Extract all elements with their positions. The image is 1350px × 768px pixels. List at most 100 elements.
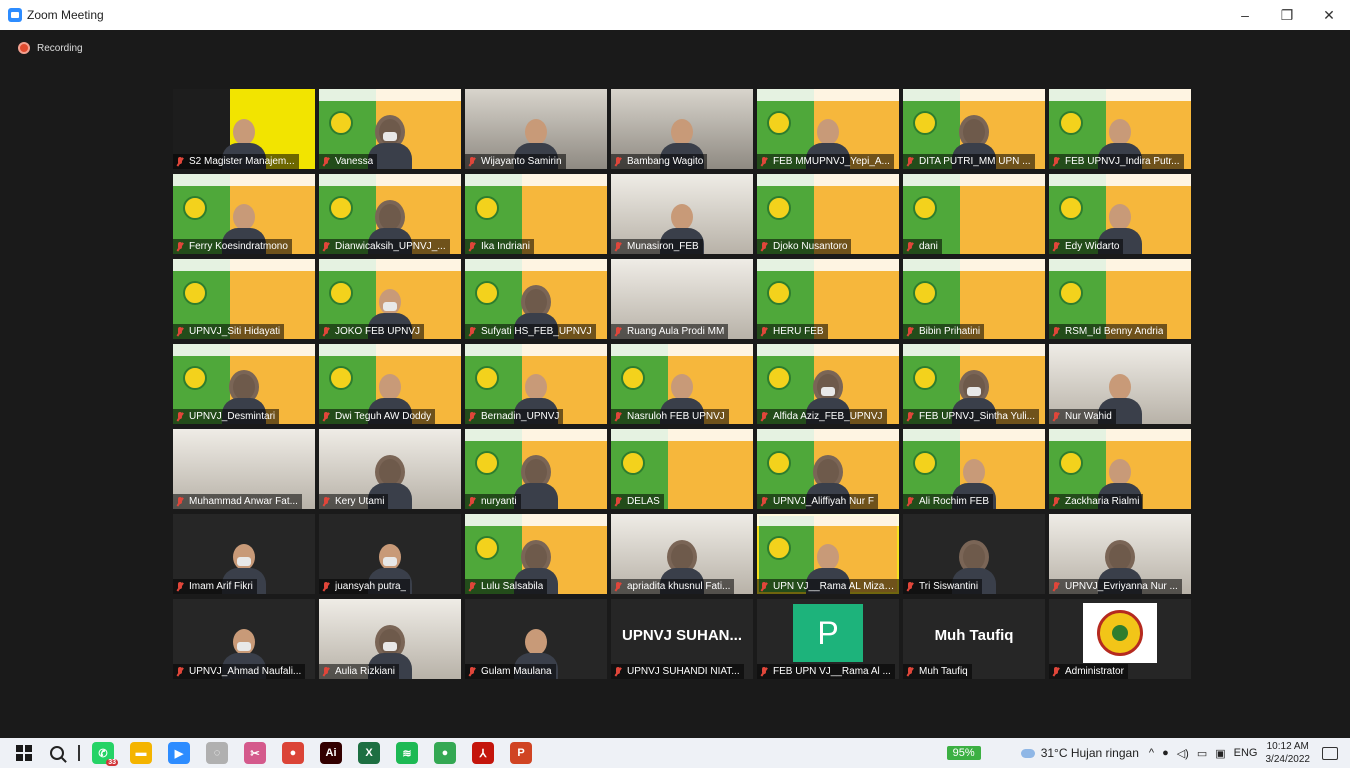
participant-tile[interactable]: Muhammad Anwar Fat...: [173, 429, 315, 509]
participant-name: JOKO FEB UPNVJ: [335, 326, 421, 337]
participant-tile[interactable]: Ali Rochim FEB: [903, 429, 1045, 509]
participant-tile[interactable]: UPNVJ_Siti Hidayati: [173, 259, 315, 339]
participant-tile[interactable]: FEB UPNVJ_Indira Putr...: [1049, 89, 1191, 169]
participant-tile[interactable]: FEB MMUPNVJ_Yepi_A...: [757, 89, 899, 169]
minimize-button[interactable]: –: [1224, 0, 1266, 30]
battery-tray-icon[interactable]: ▭: [1197, 747, 1207, 760]
network-icon[interactable]: ▣: [1215, 747, 1225, 760]
participant-tile[interactable]: UPN VJ__Rama AL Mizan 2: [757, 514, 899, 594]
microphone-tray-icon[interactable]: ●: [1162, 747, 1169, 759]
participant-tile[interactable]: Muh Taufiq Muh Taufiq: [903, 599, 1045, 679]
muted-microphone-icon: [176, 666, 184, 677]
participant-tile[interactable]: Ika Indriani: [465, 174, 607, 254]
participant-tile[interactable]: Zackharia Rialmi: [1049, 429, 1191, 509]
participant-tile[interactable]: P FEB UPN VJ__Rama Al ...: [757, 599, 899, 679]
participant-tile[interactable]: Dianwicaksih_UPNVJ_...: [319, 174, 461, 254]
participant-tile[interactable]: Imam Arif Fikri: [173, 514, 315, 594]
snipping-tool-icon[interactable]: ✂: [244, 742, 266, 764]
muted-microphone-icon: [760, 326, 768, 337]
battery-indicator[interactable]: 95%: [946, 746, 981, 760]
participant-tile[interactable]: HERU FEB: [757, 259, 899, 339]
participant-name: Sufyati HS_FEB_UPNVJ: [481, 326, 592, 337]
participant-tile[interactable]: Bibin Prihatini: [903, 259, 1045, 339]
participant-tile[interactable]: Djoko Nusantoro: [757, 174, 899, 254]
weather-widget[interactable]: 31°C Hujan ringan: [1020, 746, 1139, 760]
participant-tile[interactable]: Kery Utami: [319, 429, 461, 509]
powerpoint-icon[interactable]: P: [510, 742, 532, 764]
file-explorer-icon[interactable]: ▬: [130, 742, 152, 764]
recording-indicator[interactable]: Recording: [18, 42, 83, 54]
participant-tile[interactable]: dani: [903, 174, 1045, 254]
muted-microphone-icon: [1052, 411, 1060, 422]
participant-tile[interactable]: UPNVJ_Ahmad Naufali...: [173, 599, 315, 679]
muted-microphone-icon: [1052, 666, 1060, 677]
close-button[interactable]: ✕: [1308, 0, 1350, 30]
search-icon[interactable]: [50, 746, 64, 760]
participant-tile[interactable]: Edy Widarto: [1049, 174, 1191, 254]
participant-tile[interactable]: Tri Siswantini: [903, 514, 1045, 594]
chrome-profile-icon[interactable]: ●: [282, 742, 304, 764]
participant-tile[interactable]: Wijayanto Samirin: [465, 89, 607, 169]
acrobat-icon[interactable]: ⅄: [472, 742, 494, 764]
muted-microphone-icon: [614, 496, 622, 507]
participant-tile[interactable]: Ruang Aula Prodi MM: [611, 259, 753, 339]
ring-app-icon[interactable]: ◌: [206, 742, 228, 764]
muted-microphone-icon: [322, 241, 330, 252]
participant-tile[interactable]: Lulu Salsabila: [465, 514, 607, 594]
excel-icon[interactable]: X: [358, 742, 380, 764]
participant-name-bar: Imam Arif Fikri: [173, 579, 257, 594]
chevron-up-icon[interactable]: ^: [1149, 747, 1154, 759]
participant-tile[interactable]: JOKO FEB UPNVJ: [319, 259, 461, 339]
spotify-icon[interactable]: ≋: [396, 742, 418, 764]
participant-name: dani: [919, 241, 938, 252]
task-view-icon[interactable]: [78, 745, 80, 761]
participant-tile[interactable]: DITA PUTRI_MM UPN ...: [903, 89, 1045, 169]
speaker-icon[interactable]: ◁): [1177, 747, 1189, 760]
participant-name: S2 Magister Manajem...: [189, 156, 295, 167]
illustrator-icon[interactable]: Ai: [320, 742, 342, 764]
participant-name-bar: Ali Rochim FEB: [903, 494, 994, 509]
participant-tile[interactable]: Alfida Aziz_FEB_UPNVJ: [757, 344, 899, 424]
participant-tile[interactable]: Dwi Teguh AW Doddy: [319, 344, 461, 424]
participant-tile[interactable]: Aulia Rizkiani: [319, 599, 461, 679]
participant-tile[interactable]: apriadita khusnul Fati...: [611, 514, 753, 594]
participant-tile[interactable]: Administrator: [1049, 599, 1191, 679]
participant-tile[interactable]: DELAS: [611, 429, 753, 509]
clock[interactable]: 10:12 AM 3/24/2022: [1266, 740, 1311, 766]
participant-name-bar: Gulam Maulana: [465, 664, 556, 679]
participant-tile[interactable]: Vanessa: [319, 89, 461, 169]
participant-tile[interactable]: Bambang Wagito: [611, 89, 753, 169]
muted-microphone-icon: [468, 496, 476, 507]
participant-tile[interactable]: Ferry Koesindratmono: [173, 174, 315, 254]
muted-microphone-icon: [468, 326, 476, 337]
language-indicator[interactable]: ENG: [1234, 747, 1258, 759]
participant-tile[interactable]: Gulam Maulana: [465, 599, 607, 679]
chrome-icon[interactable]: ●: [434, 742, 456, 764]
participant-tile[interactable]: UPNVJ_Desmintari: [173, 344, 315, 424]
participant-tile[interactable]: Munasiron_FEB: [611, 174, 753, 254]
participant-tile[interactable]: UPNVJ_Evriyanna Nur ...: [1049, 514, 1191, 594]
windows-start-icon[interactable]: [16, 745, 32, 761]
participant-tile[interactable]: FEB UPNVJ_Sintha Yuli...: [903, 344, 1045, 424]
muted-microphone-icon: [322, 326, 330, 337]
whatsapp-icon[interactable]: ✆ 33: [92, 742, 118, 766]
notification-badge: 33: [106, 759, 118, 766]
restore-button[interactable]: ❐: [1266, 0, 1308, 30]
muted-microphone-icon: [176, 496, 184, 507]
participant-name-bar: Bambang Wagito: [611, 154, 708, 169]
zoom-icon[interactable]: ▶: [168, 742, 190, 764]
participant-tile[interactable]: Sufyati HS_FEB_UPNVJ: [465, 259, 607, 339]
participant-tile[interactable]: juansyah putra_: [319, 514, 461, 594]
participant-tile[interactable]: Bernadin_UPNVJ: [465, 344, 607, 424]
participant-tile[interactable]: Nasruloh FEB UPNVJ: [611, 344, 753, 424]
participant-name: Ali Rochim FEB: [919, 496, 990, 507]
participant-tile[interactable]: S2 Magister Manajem...: [173, 89, 315, 169]
participant-tile[interactable]: nuryanti: [465, 429, 607, 509]
participant-name: FEB UPNVJ_Indira Putr...: [1065, 156, 1180, 167]
participant-tile[interactable]: UPNVJ SUHAN... UPNVJ SUHANDI NIAT...: [611, 599, 753, 679]
participant-tile[interactable]: UPNVJ_Aliffiyah Nur F: [757, 429, 899, 509]
participant-tile[interactable]: Nur Wahid: [1049, 344, 1191, 424]
participant-tile[interactable]: RSM_Id Benny Andria: [1049, 259, 1191, 339]
participant-name-bar: Djoko Nusantoro: [757, 239, 852, 254]
notification-icon[interactable]: [1322, 746, 1338, 760]
